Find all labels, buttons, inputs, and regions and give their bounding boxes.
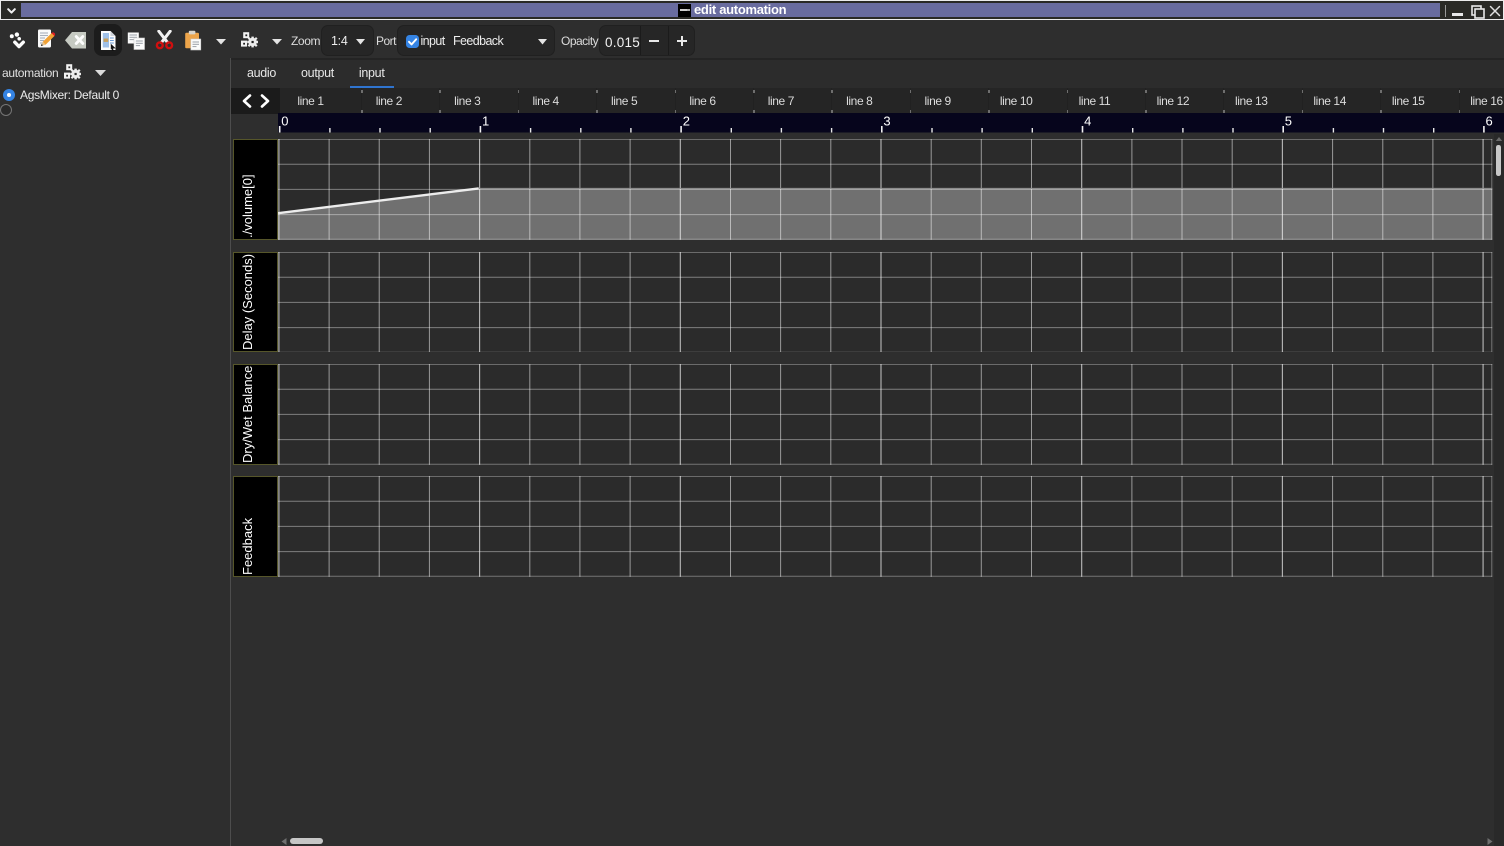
svg-text:6: 6 xyxy=(1485,114,1492,129)
svg-text:1: 1 xyxy=(482,114,489,129)
svg-text:3: 3 xyxy=(883,114,890,129)
svg-text:5: 5 xyxy=(1284,114,1291,129)
svg-text:4: 4 xyxy=(1084,114,1091,129)
svg-text:0: 0 xyxy=(281,114,288,129)
svg-text:2: 2 xyxy=(682,114,689,129)
